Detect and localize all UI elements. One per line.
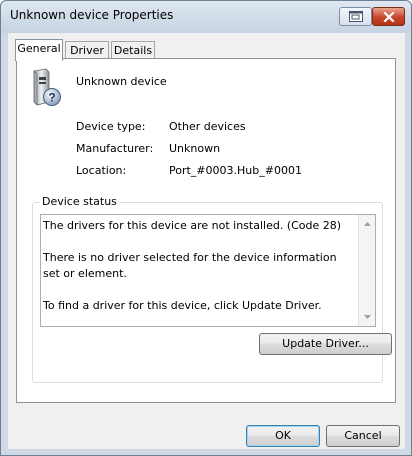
update-driver-button[interactable]: Update Driver... xyxy=(259,333,392,355)
title-bar[interactable]: Unknown device Properties xyxy=(1,1,411,33)
svg-text:?: ? xyxy=(48,91,55,105)
properties-window: Unknown device Properties General Driver… xyxy=(0,0,412,456)
device-status-text: The drivers for this device are not inst… xyxy=(43,219,342,312)
device-type-value: Other devices xyxy=(169,120,246,133)
ok-button[interactable]: OK xyxy=(246,425,320,447)
device-status-textbox[interactable]: The drivers for this device are not inst… xyxy=(40,214,376,327)
tab-driver[interactable]: Driver xyxy=(65,41,109,59)
tab-details[interactable]: Details xyxy=(111,41,155,59)
unknown-device-icon: ? xyxy=(33,68,61,106)
dialog-client-area: General Driver Details ? Unknown device … xyxy=(8,33,405,449)
status-scrollbar[interactable] xyxy=(358,215,375,326)
help-button[interactable] xyxy=(339,7,372,26)
device-name: Unknown device xyxy=(76,75,167,88)
device-type-label: Device type: xyxy=(76,120,146,133)
scroll-down-icon[interactable] xyxy=(362,312,372,322)
window-title: Unknown device Properties xyxy=(10,8,174,22)
tab-general[interactable]: General xyxy=(15,39,63,61)
scroll-up-icon[interactable] xyxy=(362,219,372,229)
device-status-title: Device status xyxy=(40,195,119,208)
help-icon xyxy=(348,11,363,22)
cancel-button[interactable]: Cancel xyxy=(326,425,400,447)
location-label: Location: xyxy=(76,164,127,177)
close-icon xyxy=(382,11,395,22)
close-button[interactable] xyxy=(372,7,405,26)
general-tab-panel: ? Unknown device Device type: Other devi… xyxy=(16,58,396,403)
manufacturer-value: Unknown xyxy=(169,142,221,155)
manufacturer-label: Manufacturer: xyxy=(76,142,154,155)
device-status-group: Device status The drivers for this devic… xyxy=(32,195,392,383)
location-value: Port_#0003.Hub_#0001 xyxy=(169,164,302,177)
